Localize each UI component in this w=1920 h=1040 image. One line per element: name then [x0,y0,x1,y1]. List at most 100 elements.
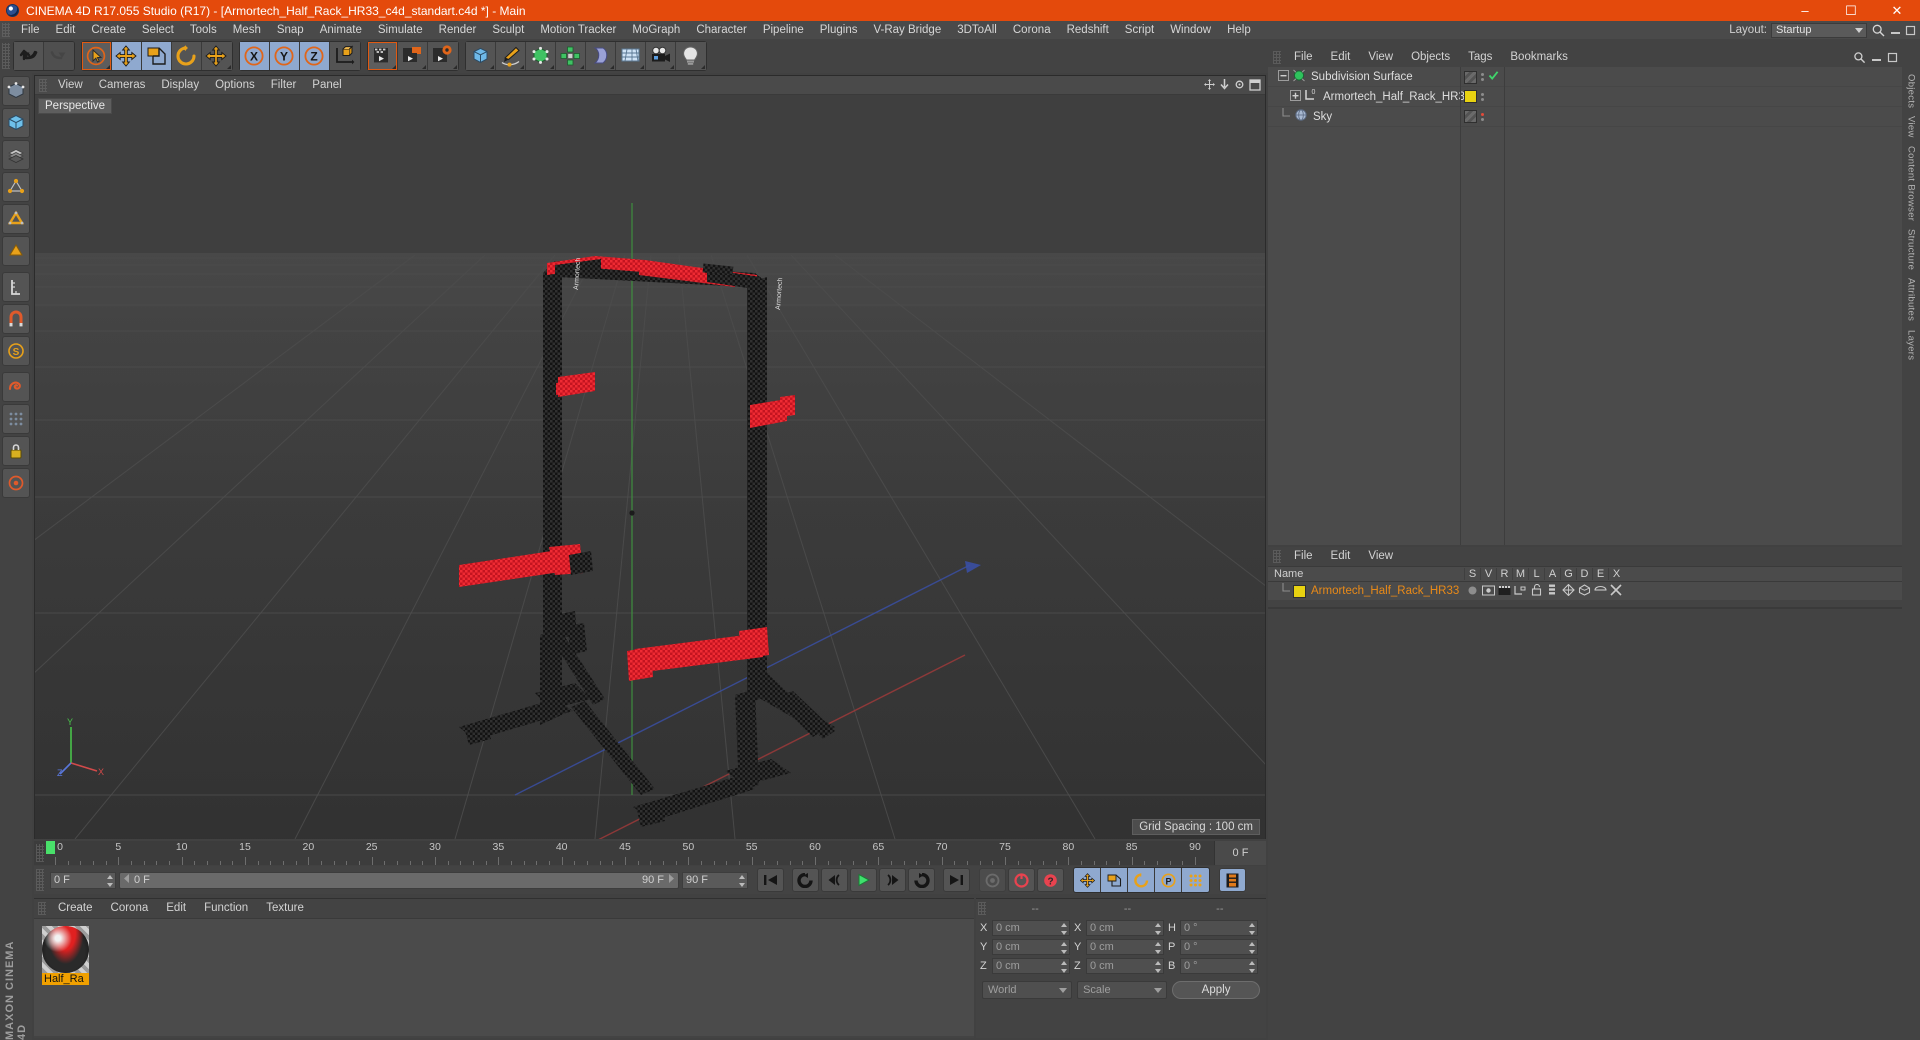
animation-icon[interactable] [1544,584,1560,599]
enable-snap-icon[interactable] [2,468,30,498]
coord-rot-p-field[interactable]: 0 ° [1180,939,1258,955]
frame-range-slider[interactable]: 0 F 90 F [119,871,679,889]
object-menu-item-edit[interactable]: Edit [1322,48,1360,67]
visibility-dots[interactable] [1481,112,1484,121]
viewport-view-tab[interactable]: Perspective [38,98,113,114]
texture-mode-icon[interactable] [2,140,30,170]
menu-item-sculpt[interactable]: Sculpt [484,21,532,39]
viewport-down-arrow-icon[interactable] [1219,78,1230,94]
key-parameter-icon[interactable]: P [1155,868,1182,892]
right-rail-attributes[interactable]: Attributes [1906,274,1917,325]
layer-color-chip[interactable] [1464,90,1477,103]
material-menu-item-corona[interactable]: Corona [102,899,158,918]
layer-col-a[interactable]: A [1544,568,1560,580]
menu-item-select[interactable]: Select [134,21,182,39]
object-row[interactable]: Subdivision Surface [1268,67,1902,87]
visibility-dots[interactable] [1481,73,1484,81]
make-editable-icon[interactable] [2,76,30,106]
lock-icon[interactable] [1528,583,1544,599]
workplane-icon[interactable]: S [2,336,30,366]
minimize-button[interactable]: – [1782,0,1828,21]
stepper-icon[interactable] [1249,923,1255,935]
layer-col-x[interactable]: X [1608,568,1624,580]
viewport-menu-item-view[interactable]: View [50,76,91,95]
maximize-button[interactable]: ☐ [1828,0,1874,21]
xpresso-icon[interactable] [1608,584,1624,599]
coordinates-grip[interactable] [978,902,986,915]
array-icon[interactable] [556,42,586,70]
menu-item-tools[interactable]: Tools [182,21,225,39]
right-rail-objects[interactable]: Objects [1906,70,1917,112]
render-icon[interactable] [1496,585,1512,599]
deformer-icon[interactable] [586,42,616,70]
layer-col-r[interactable]: R [1496,568,1512,580]
camera-icon[interactable] [646,42,676,70]
move-icon[interactable] [112,42,142,70]
menu-item-3dtoall[interactable]: 3DToAll [949,21,1005,39]
range-left-arrow-icon[interactable] [123,874,131,886]
layer-menu-item-edit[interactable]: Edit [1322,547,1360,566]
view-icon[interactable] [1480,585,1496,599]
coord-pos-z-field[interactable]: 0 cm [992,958,1070,974]
timeline-end-field[interactable]: 0 F [1214,841,1266,865]
menu-item-help[interactable]: Help [1219,21,1259,39]
range-right-arrow-icon[interactable] [667,874,675,886]
coord-mode-dropdown[interactable]: Scale [1077,981,1168,999]
lock-axis-icon[interactable] [2,436,30,466]
material-menu-item-texture[interactable]: Texture [257,899,313,918]
points-mode-icon[interactable] [2,172,30,202]
object-row[interactable]: 0 Armortech_Half_Rack_HR33 [1268,87,1902,107]
expression-icon[interactable] [1592,585,1608,599]
menu-item-render[interactable]: Render [431,21,485,39]
current-frame-marker[interactable] [46,841,55,854]
key-position-icon[interactable] [1074,868,1101,892]
object-tree-list[interactable]: Subdivision Surface 0 Armortech_Half_Rac… [1268,67,1902,545]
timeline-filmstrip-icon[interactable] [1219,868,1246,892]
undo-icon[interactable] [14,42,44,70]
coord-pos-y-field[interactable]: 0 cm [992,939,1070,955]
keyframe-selection-icon[interactable]: ? [1037,868,1064,892]
menu-item-v-ray-bridge[interactable]: V-Ray Bridge [865,21,949,39]
move-dup-icon[interactable] [202,42,232,70]
world-coord-icon[interactable] [330,42,360,70]
menu-item-file[interactable]: File [13,21,48,39]
transport-grip[interactable] [36,869,44,891]
play-reverse-loop-icon[interactable] [792,868,819,892]
play-loop-icon[interactable] [908,868,935,892]
right-rail-structure[interactable]: Structure [1906,225,1917,274]
z-axis-icon[interactable]: Z [300,42,330,70]
viewport-maximize-icon[interactable] [1249,78,1261,94]
layer-col-m[interactable]: M [1512,568,1528,580]
render-picture-viewer-icon[interactable] [398,42,428,70]
magnet-icon[interactable] [2,304,30,334]
object-menu-grip[interactable] [1273,51,1281,64]
stepper-icon[interactable] [107,874,113,887]
menu-item-snap[interactable]: Snap [269,21,312,39]
layer-col-s[interactable]: S [1464,568,1480,580]
record-active-objects-icon[interactable] [979,868,1006,892]
material-menu-grip[interactable] [38,902,46,915]
model-mode-icon[interactable] [2,108,30,138]
stepper-icon[interactable] [1155,923,1161,935]
object-menu-item-tags[interactable]: Tags [1459,48,1501,67]
layer-col-e[interactable]: E [1592,568,1608,580]
material-menu-item-edit[interactable]: Edit [157,899,195,918]
search-icon[interactable] [1871,23,1886,38]
generator-icon[interactable] [526,42,556,70]
enabled-check-icon[interactable] [1488,70,1499,84]
viewport-menu-item-filter[interactable]: Filter [263,76,305,95]
viewport-menu-item-options[interactable]: Options [207,76,263,95]
stepper-icon[interactable] [1061,942,1067,954]
material-menu-item-create[interactable]: Create [49,899,102,918]
coord-pos-x-field[interactable]: 0 cm [992,920,1070,936]
menu-item-animate[interactable]: Animate [312,21,370,39]
go-to-end-icon[interactable] [943,868,970,892]
layer-col-g[interactable]: G [1560,568,1576,580]
object-menu-item-bookmarks[interactable]: Bookmarks [1501,48,1577,67]
layer-color-chip[interactable] [1293,584,1306,598]
polygons-mode-icon[interactable] [2,236,30,266]
snap-icon[interactable] [2,372,30,402]
coord-size-x-field[interactable]: 0 cm [1086,920,1164,936]
panel-minimize-icon[interactable] [1871,52,1882,66]
menu-item-simulate[interactable]: Simulate [370,21,431,39]
